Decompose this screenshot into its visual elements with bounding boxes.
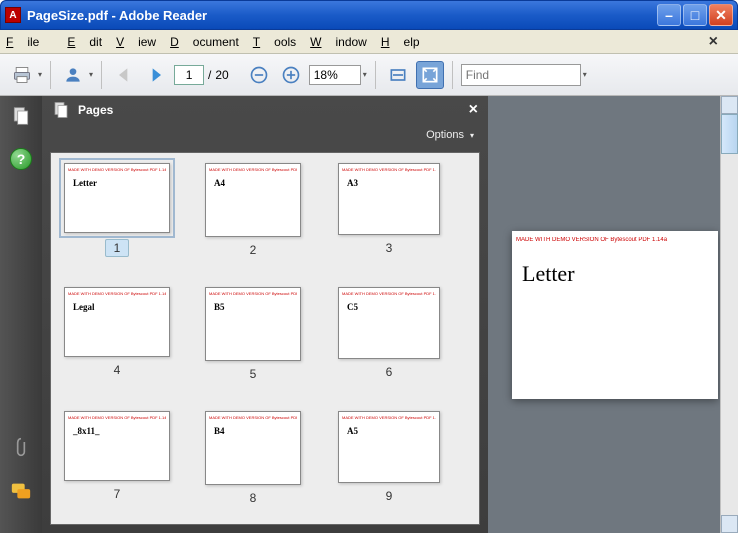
thumb-watermark: MADE WITH DEMO VERSION OF Bytescout PDF … [342,167,436,172]
pages-panel-icon[interactable] [7,104,35,128]
panel-close-icon[interactable]: × [469,101,478,119]
total-pages: 20 [215,68,228,82]
page-number-input[interactable] [174,65,204,85]
menu-document[interactable]: Document [170,35,239,49]
thumbnail-4[interactable]: MADE WITH DEMO VERSION OF Bytescout PDF … [61,287,173,381]
print-dropdown-icon[interactable]: ▾ [38,70,42,79]
thumb-watermark: MADE WITH DEMO VERSION OF Bytescout PDF … [209,291,297,296]
scroll-down-button[interactable] [721,515,738,533]
thumb-number: 9 [386,489,393,503]
thumbnail-3[interactable]: MADE WITH DEMO VERSION OF Bytescout PDF … [333,163,445,257]
panel-options-dropdown-icon[interactable]: ▾ [470,131,474,140]
thumbnail-5[interactable]: MADE WITH DEMO VERSION OF Bytescout PDF … [197,287,309,381]
zoom-input[interactable] [309,65,361,85]
thumb-label: B4 [214,426,225,436]
menu-edit[interactable]: Edit [67,35,102,49]
panel-pages-icon [52,101,70,119]
thumb-number: 2 [250,243,257,257]
comments-icon[interactable] [7,479,35,503]
fit-page-button[interactable] [416,61,444,89]
scroll-thumb[interactable] [721,114,738,154]
thumb-number: 6 [386,365,393,379]
fit-width-button[interactable] [384,61,412,89]
thumb-number: 7 [114,487,121,501]
menu-bar: File Edit View Document Tools Window Hel… [0,30,738,54]
thumb-watermark: MADE WITH DEMO VERSION OF Bytescout PDF … [68,167,166,172]
thumb-watermark: MADE WITH DEMO VERSION OF Bytescout PDF … [209,415,297,420]
pages-panel: Pages × Options ▾ MADE WITH DEMO VERSION… [42,96,488,533]
scroll-up-button[interactable] [721,96,738,114]
help-icon[interactable]: ? [10,148,32,170]
menu-view[interactable]: View [116,35,156,49]
panel-options-button[interactable]: Options [426,129,464,141]
thumbnail-1[interactable]: MADE WITH DEMO VERSION OF Bytescout PDF … [61,163,173,257]
menu-tools[interactable]: Tools [253,35,296,49]
thumb-number: 8 [250,491,257,505]
menu-file[interactable]: File [6,35,53,49]
thumb-watermark: MADE WITH DEMO VERSION OF Bytescout PDF … [209,167,297,172]
thumb-number: 4 [114,363,121,377]
thumbnail-7[interactable]: MADE WITH DEMO VERSION OF Bytescout PDF … [61,411,173,505]
find-dropdown-icon[interactable]: ▾ [583,70,587,79]
find-input[interactable] [461,64,581,86]
maximize-button[interactable]: □ [683,4,707,26]
nav-sidebar: ? [0,96,42,533]
title-bar: A PageSize.pdf - Adobe Reader – □ ✕ [0,0,738,30]
prev-page-button[interactable] [110,61,138,89]
zoom-dropdown-icon[interactable]: ▾ [363,70,367,79]
zoom-in-button[interactable] [277,61,305,89]
close-button[interactable]: ✕ [709,4,733,26]
page-view: MADE WITH DEMO VERSION OF Bytescout PDF … [512,231,718,399]
thumb-label: B5 [214,302,225,312]
thumb-number: 3 [386,241,393,255]
thumb-label: Letter [73,178,97,188]
thumbnail-8[interactable]: MADE WITH DEMO VERSION OF Bytescout PDF … [197,411,309,505]
panel-title: Pages [78,103,113,117]
thumbnail-9[interactable]: MADE WITH DEMO VERSION OF Bytescout PDF … [333,411,445,505]
thumb-label: Legal [73,302,95,312]
attachments-icon[interactable] [7,435,35,459]
document-scrollbar[interactable] [720,96,738,533]
thumb-label: A4 [214,178,225,188]
thumb-label: _8x11_ [73,426,100,436]
thumbnail-2[interactable]: MADE WITH DEMO VERSION OF Bytescout PDF … [197,163,309,257]
next-page-button[interactable] [142,61,170,89]
collab-dropdown-icon[interactable]: ▾ [89,70,93,79]
thumb-label: A3 [347,178,358,188]
toolbar: ▾ ▾ / 20 ▾ ▾ [0,54,738,96]
thumb-watermark: MADE WITH DEMO VERSION OF Bytescout PDF … [342,291,436,296]
thumb-watermark: MADE WITH DEMO VERSION OF Bytescout PDF … [342,415,436,420]
app-icon: A [5,7,21,23]
thumbnails-scroll[interactable]: MADE WITH DEMO VERSION OF Bytescout PDF … [51,153,479,524]
collab-button[interactable] [59,61,87,89]
thumb-watermark: MADE WITH DEMO VERSION OF Bytescout PDF … [68,415,166,420]
thumb-number: 5 [250,367,257,381]
thumb-number: 1 [105,239,130,257]
thumb-label: C5 [347,302,358,312]
menubar-close-icon[interactable]: × [709,33,718,51]
page-title-text: Letter [522,261,575,287]
window-title: PageSize.pdf - Adobe Reader [27,8,207,23]
thumb-label: A5 [347,426,358,436]
zoom-out-button[interactable] [245,61,273,89]
menu-window[interactable]: Window [310,35,367,49]
document-area[interactable]: MADE WITH DEMO VERSION OF Bytescout PDF … [488,96,738,533]
menu-help[interactable]: Help [381,35,420,49]
minimize-button[interactable]: – [657,4,681,26]
thumb-watermark: MADE WITH DEMO VERSION OF Bytescout PDF … [68,291,166,296]
page-watermark: MADE WITH DEMO VERSION OF Bytescout PDF … [516,237,714,243]
page-separator: / [208,68,211,82]
thumbnail-6[interactable]: MADE WITH DEMO VERSION OF Bytescout PDF … [333,287,445,381]
print-button[interactable] [8,61,36,89]
